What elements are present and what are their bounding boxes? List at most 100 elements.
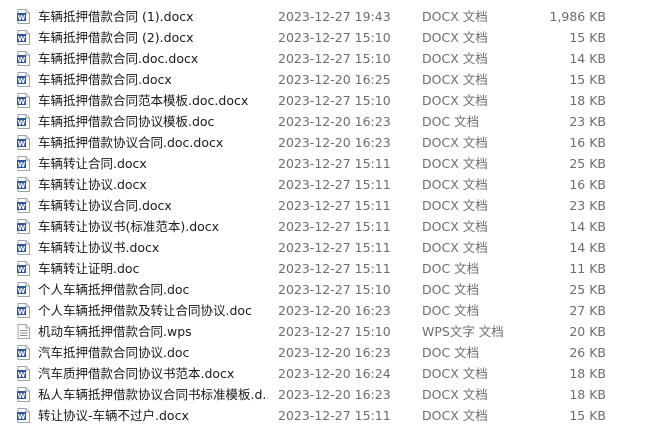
svg-text:W: W [18, 77, 26, 85]
file-row[interactable]: W 转让协议-车辆不过户.docx 2023-12-27 15:11 DOCX 文档 1… [0, 405, 669, 426]
file-row[interactable]: W 车辆转让协议书.docx 2023-12-27 15:11 DOCX 文档 14 K… [0, 237, 669, 258]
file-type: DOCX 文档 [422, 93, 488, 108]
file-size: 25 KB [569, 156, 606, 171]
file-size: 14 KB [569, 219, 606, 234]
file-row[interactable]: W 车辆转让协议合同.docx 2023-12-27 15:11 DOCX 文档 23 … [0, 195, 669, 216]
file-name: 机动车辆抵押借款合同.wps [38, 324, 192, 339]
file-name: 转让协议-车辆不过户.docx [38, 408, 189, 423]
file-type: DOC 文档 [422, 114, 480, 129]
wps-doc-icon [17, 324, 30, 339]
file-size: 18 KB [569, 387, 606, 402]
file-size: 11 KB [569, 261, 606, 276]
svg-text:W: W [18, 287, 26, 295]
file-modified-date: 2023-12-27 15:11 [278, 240, 391, 255]
file-type: DOCX 文档 [422, 408, 488, 423]
file-name: 车辆抵押借款合同协议模板.doc [38, 114, 215, 129]
file-modified-date: 2023-12-27 15:10 [278, 30, 391, 45]
file-name: 车辆抵押借款合同.doc.docx [38, 51, 199, 66]
file-row[interactable]: W 个人车辆抵押借款及转让合同协议.doc 2023-12-20 16:23 DOC … [0, 300, 669, 321]
file-size: 23 KB [569, 114, 606, 129]
word-doc-icon: W [17, 135, 30, 150]
word-doc-icon: W [17, 345, 30, 360]
svg-text:W: W [18, 119, 26, 127]
file-row[interactable]: W 车辆抵押借款合同 (2).docx 2023-12-27 15:10 DOCX 文… [0, 27, 669, 48]
file-row[interactable]: W 车辆抵押借款合同范本模板.doc.docx 2023-12-27 15:10 DO… [0, 90, 669, 111]
file-type: DOCX 文档 [422, 240, 488, 255]
word-doc-icon: W [17, 366, 30, 381]
svg-text:W: W [18, 14, 26, 22]
file-row[interactable]: W 车辆转让合同.docx 2023-12-27 15:11 DOCX 文档 25 KB [0, 153, 669, 174]
file-size: 27 KB [569, 303, 606, 318]
file-row[interactable]: W 车辆转让协议书(标准范本).docx 2023-12-27 15:11 DOCX … [0, 216, 669, 237]
file-row[interactable]: 机动车辆抵押借款合同.wps 2023-12-27 15:10 WPS文字 文档 20… [0, 321, 669, 342]
svg-text:W: W [18, 203, 26, 211]
svg-text:W: W [18, 35, 26, 43]
word-doc-icon: W [17, 261, 30, 276]
svg-text:W: W [18, 245, 26, 253]
word-doc-icon: W [17, 303, 30, 318]
file-type: DOC 文档 [422, 282, 480, 297]
file-row[interactable]: W 车辆转让协议.docx 2023-12-27 15:11 DOCX 文档 16 KB [0, 174, 669, 195]
file-modified-date: 2023-12-27 15:10 [278, 324, 391, 339]
file-modified-date: 2023-12-20 16:24 [278, 366, 391, 381]
file-row[interactable]: W 车辆抵押借款合同.docx 2023-12-20 16:25 DOCX 文档 15 … [0, 69, 669, 90]
file-size: 26 KB [569, 345, 606, 360]
file-name: 车辆转让协议合同.docx [38, 198, 172, 213]
svg-text:W: W [18, 140, 26, 148]
file-modified-date: 2023-12-27 15:10 [278, 51, 391, 66]
file-type: DOC 文档 [422, 261, 480, 276]
file-modified-date: 2023-12-27 15:11 [278, 261, 391, 276]
file-modified-date: 2023-12-27 15:10 [278, 282, 391, 297]
file-size: 14 KB [569, 240, 606, 255]
file-row[interactable]: W 汽车质押借款合同协议书范本.docx 2023-12-20 16:24 DOCX … [0, 363, 669, 384]
file-modified-date: 2023-12-20 16:23 [278, 114, 391, 129]
file-name: 私人车辆抵押借款协议合同书标准模板.d... [38, 387, 268, 402]
file-type: DOCX 文档 [422, 219, 488, 234]
file-row[interactable]: W 车辆抵押借款合同协议模板.doc 2023-12-20 16:23 DOC 文档 2… [0, 111, 669, 132]
file-size: 16 KB [569, 135, 606, 150]
file-size: 18 KB [569, 366, 606, 381]
word-doc-icon: W [17, 51, 30, 66]
file-row[interactable]: W 车辆转让证明.doc 2023-12-27 15:11 DOC 文档 11 KB [0, 258, 669, 279]
file-name: 车辆转让证明.doc [38, 261, 140, 276]
file-size: 16 KB [569, 177, 606, 192]
file-size: 1,986 KB [549, 9, 606, 24]
svg-text:W: W [18, 56, 26, 64]
file-name: 车辆抵押借款合同 (1).docx [38, 9, 194, 24]
file-size: 23 KB [569, 198, 606, 213]
file-modified-date: 2023-12-20 16:23 [278, 303, 391, 318]
file-row[interactable]: W 车辆抵押借款合同.doc.docx 2023-12-27 15:10 DOCX 文… [0, 48, 669, 69]
file-modified-date: 2023-12-27 15:11 [278, 408, 391, 423]
word-doc-icon: W [17, 9, 30, 24]
file-modified-date: 2023-12-27 15:11 [278, 177, 391, 192]
svg-text:W: W [18, 350, 26, 358]
file-size: 25 KB [569, 282, 606, 297]
word-doc-icon: W [17, 93, 30, 108]
file-row[interactable]: W 个人车辆抵押借款合同.doc 2023-12-27 15:10 DOC 文档 25 … [0, 279, 669, 300]
word-doc-icon: W [17, 177, 30, 192]
file-type: DOC 文档 [422, 345, 480, 360]
file-row[interactable]: W 汽车抵押借款合同协议.doc 2023-12-20 16:23 DOC 文档 26 … [0, 342, 669, 363]
file-modified-date: 2023-12-27 15:11 [278, 219, 391, 234]
file-name: 个人车辆抵押借款及转让合同协议.doc [38, 303, 252, 318]
word-doc-icon: W [17, 282, 30, 297]
svg-text:W: W [18, 371, 26, 379]
file-modified-date: 2023-12-20 16:25 [278, 72, 391, 87]
svg-text:W: W [18, 266, 26, 274]
file-name: 车辆抵押借款合同 (2).docx [38, 30, 194, 45]
file-name: 车辆转让合同.docx [38, 156, 147, 171]
file-row[interactable]: W 车辆抵押借款协议合同.doc.docx 2023-12-20 16:23 DOCX… [0, 132, 669, 153]
file-row[interactable]: W 私人车辆抵押借款协议合同书标准模板.d... 2023-12-20 16:23 D… [0, 384, 669, 405]
file-row[interactable]: W 车辆抵押借款合同 (1).docx 2023-12-27 19:43 DOCX 文… [0, 6, 669, 27]
file-type: DOCX 文档 [422, 51, 488, 66]
file-type: DOCX 文档 [422, 156, 488, 171]
file-modified-date: 2023-12-27 19:43 [278, 9, 391, 24]
file-type: DOCX 文档 [422, 30, 488, 45]
word-doc-icon: W [17, 219, 30, 234]
file-modified-date: 2023-12-27 15:11 [278, 156, 391, 171]
file-type: DOCX 文档 [422, 366, 488, 381]
file-name: 车辆转让协议.docx [38, 177, 147, 192]
svg-text:W: W [18, 308, 26, 316]
file-type: DOCX 文档 [422, 198, 488, 213]
file-size: 15 KB [569, 408, 606, 423]
